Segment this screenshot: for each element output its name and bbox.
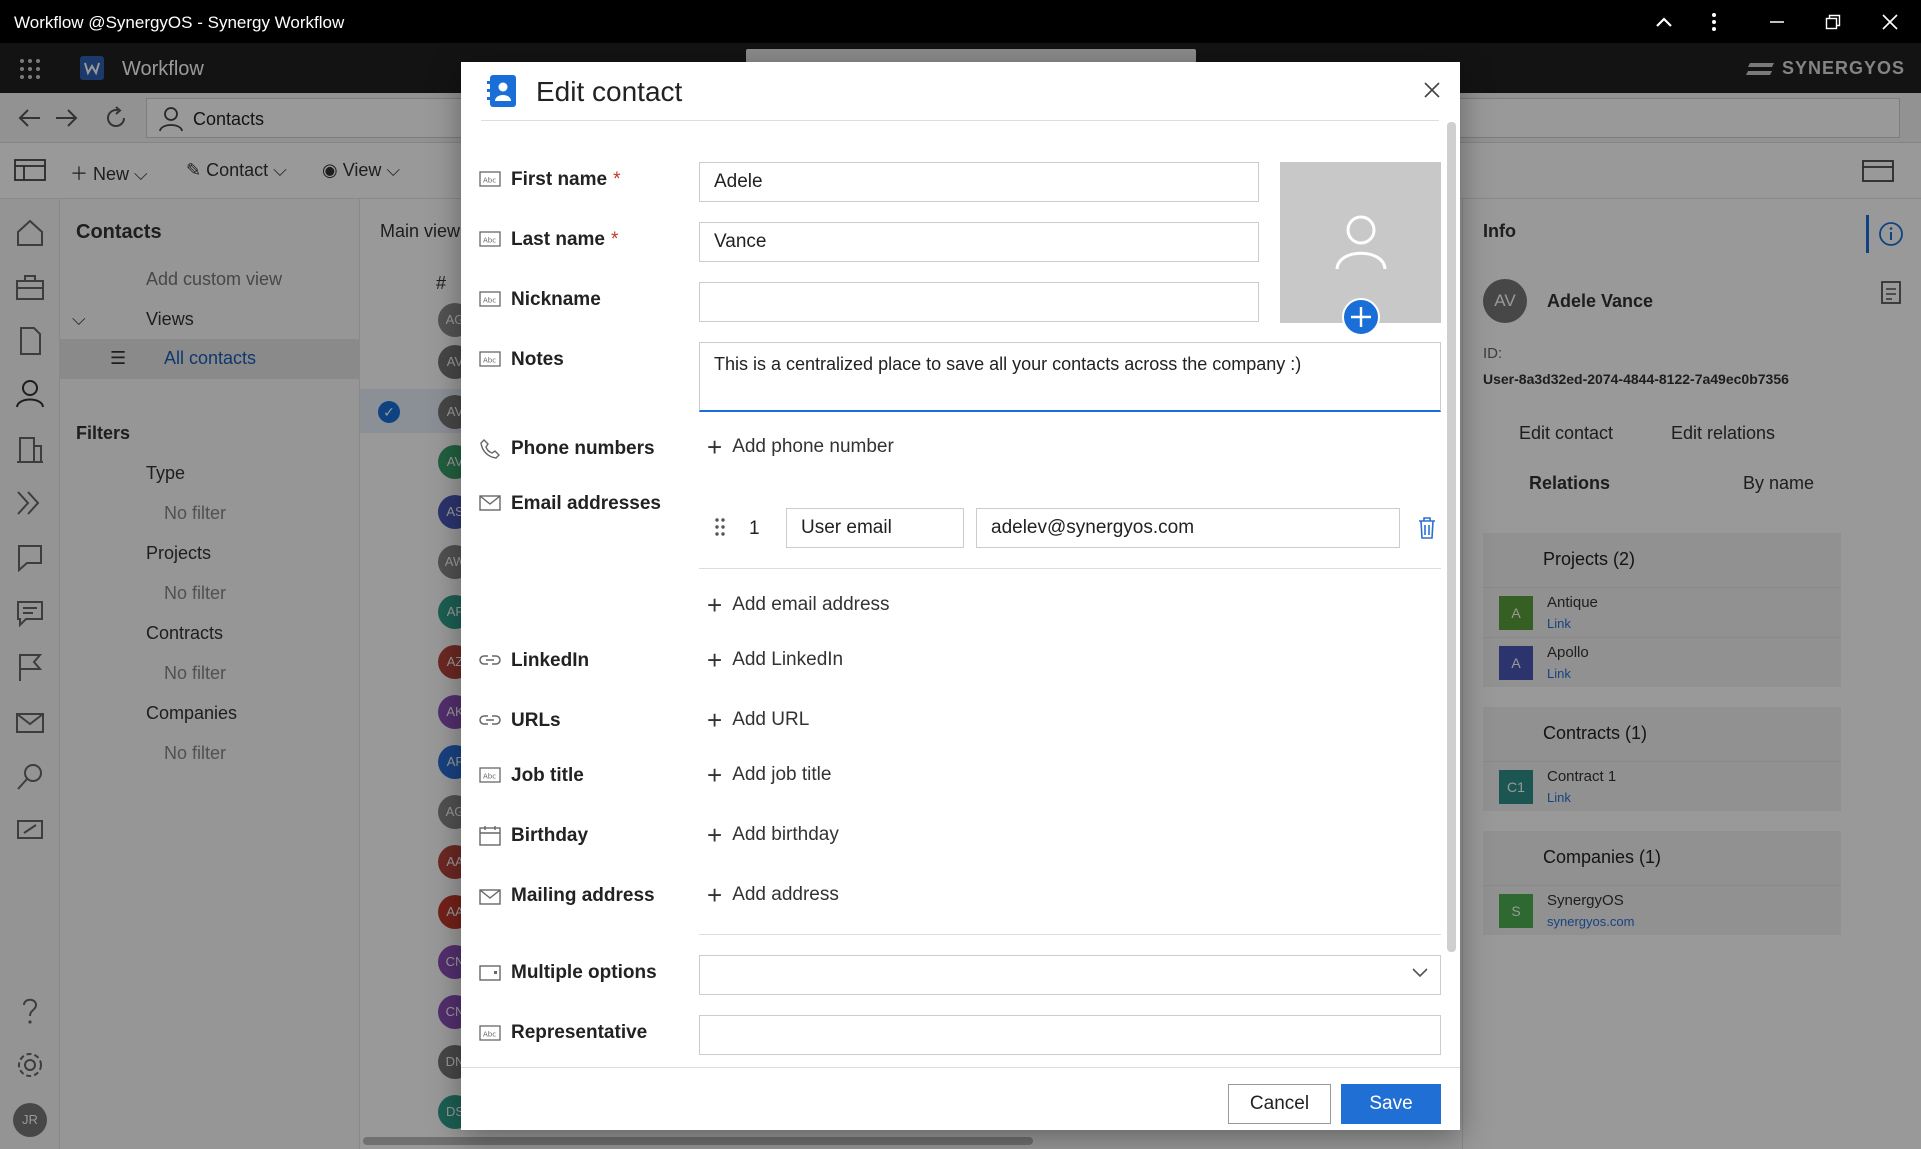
window-titlebar: Workflow @SynergyOS - Synergy Workflow [0,0,1921,43]
first-name-label: First name * [511,169,621,191]
chevron-up-icon[interactable] [1652,10,1676,34]
email-type-input[interactable]: User email [786,508,964,548]
section-divider [699,934,1441,935]
plus-icon: + [707,432,723,462]
dialog-scrollbar[interactable] [1447,122,1456,952]
restore-icon[interactable] [1821,10,1845,34]
dialog-title: Edit contact [536,76,683,107]
email-divider [699,568,1441,569]
add-url-button[interactable]: + Add URL [707,705,810,735]
last-name-input[interactable]: Vance [699,222,1259,262]
delete-icon[interactable] [1418,517,1436,539]
multiple-options-select[interactable] [699,955,1441,995]
edit-contact-dialog: Edit contact Abc First name * Adele Abc L… [461,62,1460,1130]
window-title: Workflow @SynergyOS - Synergy Workflow [14,13,345,32]
add-phone-button[interactable]: + Add phone number [707,432,894,462]
add-job-text: Add job title [732,764,832,785]
representative-label: Representative [511,1022,648,1043]
cancel-button[interactable]: Cancel [1228,1084,1331,1124]
add-job-title-button[interactable]: + Add job title [707,760,832,790]
close-icon[interactable] [1424,82,1440,98]
last-name-label: Last name * [511,229,618,251]
add-email-text: Add email address [732,594,890,615]
add-birthday-text: Add birthday [732,824,839,845]
contact-card-icon [485,74,519,108]
chevron-down-icon[interactable] [1412,968,1428,978]
nickname-input[interactable] [699,282,1259,322]
add-address-button[interactable]: + Add address [707,880,839,910]
linkedin-label: LinkedIn [511,650,590,671]
representative-input[interactable] [699,1015,1441,1055]
first-name-input[interactable]: Adele [699,162,1259,202]
link-icon [479,652,501,674]
svg-text:Abc: Abc [483,297,496,305]
text-field-icon: Abc [479,1024,501,1046]
required-mark: * [610,229,619,250]
text-field-icon: Abc [479,230,501,252]
minimize-icon[interactable] [1765,10,1789,34]
job-title-label: Job title [511,765,584,786]
svg-text:Abc: Abc [483,773,496,781]
add-address-text: Add address [732,884,839,905]
plus-icon: + [707,590,723,620]
email-label: Email addresses [511,493,661,514]
required-mark: * [613,169,621,190]
mailing-address-label: Mailing address [511,885,655,906]
link-icon [479,712,501,734]
last-name-text: Last name [511,229,605,250]
phone-icon [479,438,501,460]
phone-label: Phone numbers [511,438,655,459]
add-linkedin-text: Add LinkedIn [732,649,844,670]
add-phone-text: Add phone number [732,436,894,457]
add-linkedin-button[interactable]: + Add LinkedIn [707,645,844,675]
nickname-label: Nickname [511,289,601,310]
person-placeholder-icon [1334,214,1388,270]
plus-icon: + [707,760,723,790]
close-window-icon[interactable] [1878,10,1902,34]
svg-text:Abc: Abc [483,237,496,245]
plus-icon: + [707,880,723,910]
add-photo-icon[interactable] [1342,298,1380,336]
plus-icon: + [707,705,723,735]
notes-label: Notes [511,349,564,370]
title-divider [481,120,1439,121]
add-birthday-button[interactable]: + Add birthday [707,820,839,850]
dialog-footer: Cancel Save [461,1067,1460,1130]
svg-text:Abc: Abc [483,1031,496,1039]
plus-icon: + [707,645,723,675]
text-field-icon: Abc [479,170,501,192]
mail-icon [479,494,501,516]
svg-text:Abc: Abc [483,177,496,185]
add-url-text: Add URL [732,709,810,730]
multiple-options-label: Multiple options [511,962,657,983]
birthday-label: Birthday [511,825,589,846]
dropdown-field-icon [479,964,501,986]
add-email-button[interactable]: + Add email address [707,590,890,620]
mail-icon [479,888,501,910]
email-index: 1 [749,518,760,539]
text-field-icon: Abc [479,350,501,372]
first-name-text: First name [511,169,608,190]
calendar-icon [479,826,501,848]
text-field-icon: Abc [479,290,501,312]
email-input[interactable]: adelev@synergyos.com [976,508,1400,548]
drag-handle-icon[interactable] [714,517,726,537]
notes-textarea[interactable]: This is a centralized place to save all … [699,342,1441,412]
text-field-icon: Abc [479,766,501,788]
plus-icon: + [707,820,723,850]
svg-text:Abc: Abc [483,357,496,365]
urls-label: URLs [511,710,561,731]
save-button[interactable]: Save [1341,1084,1441,1124]
more-vertical-icon[interactable] [1702,10,1726,34]
